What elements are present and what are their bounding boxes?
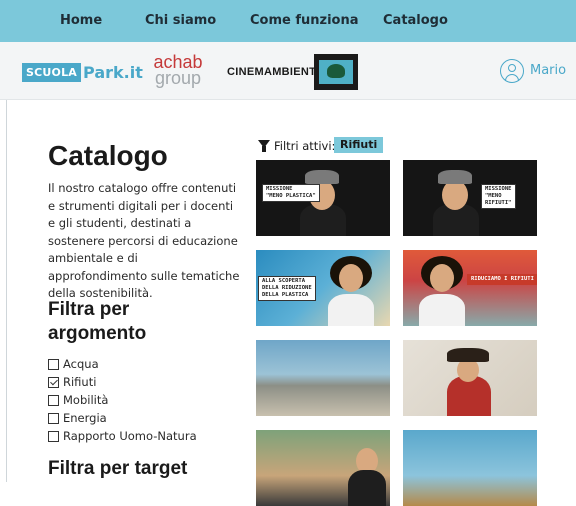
catalog-thumbnail[interactable] xyxy=(403,340,537,416)
catalog-thumbnail[interactable]: ALLA SCOPERTA DELLA RIDUZIONE DELLA PLAS… xyxy=(256,250,390,326)
filter-mobilita-checkbox[interactable] xyxy=(48,395,59,406)
achab-group-logo[interactable]: achab group xyxy=(150,53,206,88)
catalog-thumbnail[interactable]: MISSIONE "MENO PLASTICA" xyxy=(256,160,390,236)
nav-come-funziona[interactable]: Come funziona xyxy=(250,13,359,28)
thumbnail-caption: MISSIONE "MENO PLASTICA" xyxy=(262,184,320,202)
filter-acqua-label: Acqua xyxy=(63,357,99,371)
nav-chi-siamo[interactable]: Chi siamo xyxy=(145,13,216,28)
filter-rifiuti-label: Rifiuti xyxy=(63,375,97,389)
scuola-logo-text: SCUOLA xyxy=(22,63,82,82)
user-icon xyxy=(500,59,524,83)
filter-target-heading: Filtra per target xyxy=(48,458,188,479)
thumbnail-caption: RIDUCIAMO I RIFIUTI xyxy=(467,274,537,285)
scuolapark-logo[interactable]: SCUOLA Park.it xyxy=(22,62,143,84)
catalog-thumbnail[interactable] xyxy=(403,430,537,506)
filter-mobilita-label: Mobilità xyxy=(63,393,109,407)
cinemambiente-logo-text[interactable]: CINEMAMBIENTE xyxy=(227,66,324,78)
filter-acqua-checkbox[interactable] xyxy=(48,359,59,370)
catalog-thumbnail[interactable] xyxy=(256,340,390,416)
catalog-thumbnail[interactable]: RIDUCIAMO I RIFIUTI xyxy=(403,250,537,326)
logo-bar: SCUOLA Park.it achab group CINEMAMBIENTE xyxy=(0,42,576,100)
thumbnail-caption: MISSIONE "MENO RIFIUTI" xyxy=(481,184,516,209)
filter-energia-label: Energia xyxy=(63,411,107,425)
thumbnail-caption: ALLA SCOPERTA DELLA RIDUZIONE DELLA PLAS… xyxy=(258,276,316,301)
user-name: Mario xyxy=(530,63,567,78)
filter-rapporto-uomo-natura-label: Rapporto Uomo-Natura xyxy=(63,429,197,443)
filter-funnel-icon-stem xyxy=(262,146,266,152)
filter-rifiuti-checkbox[interactable] xyxy=(48,377,59,388)
page-left-border xyxy=(6,100,7,482)
achab-logo-line2: group xyxy=(154,68,202,88)
active-filters-label: Filtri attivi: xyxy=(274,139,336,153)
catalog-thumbnail[interactable] xyxy=(256,430,390,506)
top-nav: Home Chi siamo Come funziona Catalogo xyxy=(0,0,576,42)
catalog-thumbnail[interactable]: MISSIONE "MENO RIFIUTI" xyxy=(403,160,537,236)
cinemambiente-badge-icon xyxy=(314,54,358,90)
filter-rapporto-uomo-natura-checkbox[interactable] xyxy=(48,431,59,442)
nav-home[interactable]: Home xyxy=(60,13,102,28)
park-logo-text: Park.it xyxy=(83,63,143,82)
nav-catalogo[interactable]: Catalogo xyxy=(383,13,448,28)
filter-topic-heading: Filtra per argomento xyxy=(48,299,147,344)
filter-energia-checkbox[interactable] xyxy=(48,413,59,424)
page-title: Catalogo xyxy=(48,140,168,171)
active-filter-chip[interactable]: Rifiuti xyxy=(334,137,384,153)
page-description: Il nostro catalogo offre contenuti e str… xyxy=(48,181,240,300)
